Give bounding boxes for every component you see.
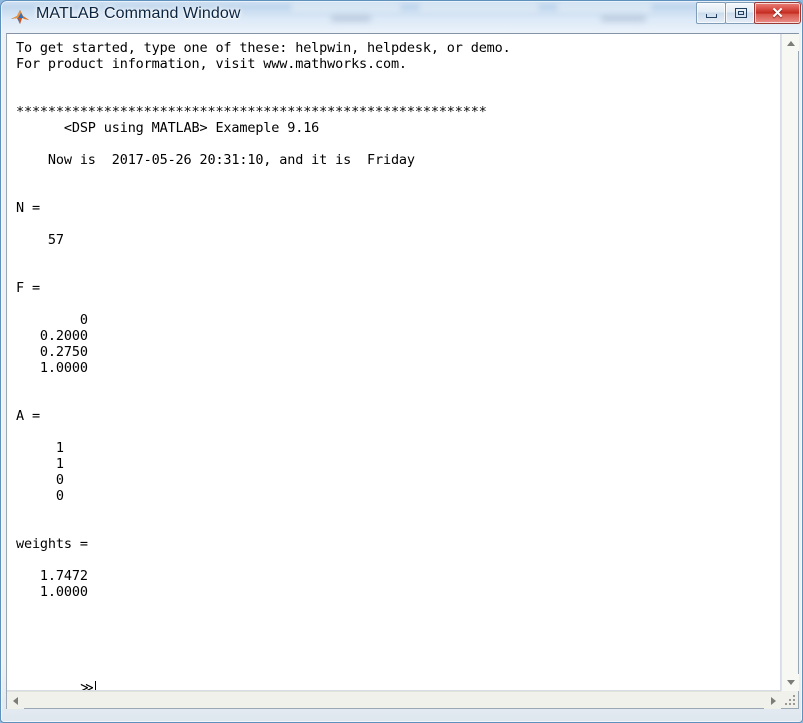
restore-button[interactable] — [725, 2, 755, 24]
matlab-command-window: MATLAB Command Window ✕ To get started, … — [0, 0, 803, 723]
scroll-left-arrow[interactable] — [7, 692, 24, 709]
close-icon: ✕ — [771, 5, 784, 22]
close-button[interactable]: ✕ — [754, 2, 801, 24]
caption-button-group: ✕ — [696, 2, 801, 25]
text-caret — [94, 681, 96, 690]
command-output-text: To get started, type one of these: helpw… — [16, 40, 511, 600]
resize-grip[interactable] — [781, 691, 798, 708]
command-window-client: To get started, type one of these: helpw… — [6, 33, 799, 709]
title-bar[interactable]: MATLAB Command Window ✕ — [1, 1, 803, 34]
command-output-viewport[interactable]: To get started, type one of these: helpw… — [7, 34, 781, 691]
glass-reflection — [601, 15, 646, 22]
scroll-up-arrow[interactable] — [782, 34, 799, 51]
glass-reflection — [557, 3, 652, 12]
minimize-icon — [706, 14, 717, 18]
restore-icon — [735, 8, 747, 18]
glass-reflection — [331, 15, 371, 22]
vertical-scrollbar[interactable] — [781, 34, 799, 691]
scroll-down-arrow[interactable] — [782, 674, 799, 691]
minimize-button[interactable] — [696, 2, 726, 24]
prompt-symbol: ≫ — [79, 680, 94, 691]
command-prompt-line[interactable]: ≫ — [16, 664, 96, 691]
glass-reflection — [291, 3, 401, 12]
window-title: MATLAB Command Window — [36, 5, 241, 22]
scroll-right-arrow[interactable] — [764, 692, 781, 709]
horizontal-scrollbar[interactable] — [7, 691, 781, 709]
matlab-membrane-icon — [10, 8, 30, 27]
glass-reflection — [419, 3, 539, 12]
resize-grip-dots — [785, 695, 796, 706]
